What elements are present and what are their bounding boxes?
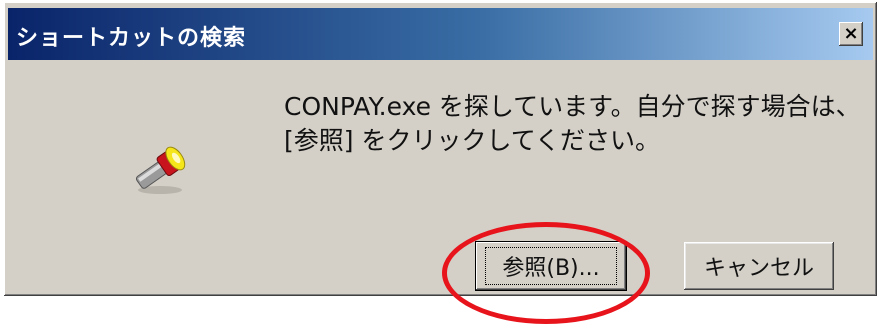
flashlight-icon [135, 146, 186, 194]
close-button[interactable]: × [839, 22, 863, 46]
dialog-title: ショートカットの検索 [16, 26, 247, 51]
message-line-2: [参照] をクリックしてください。 [284, 126, 660, 155]
message-text: CONPAY.exe を探しています。自分で探す場合は、 [参照] をクリックし… [284, 90, 864, 158]
cancel-button[interactable]: キャンセル [684, 242, 834, 290]
cancel-button-label: キャンセル [703, 256, 814, 281]
title-bar: ショートカットの検索 × [8, 8, 873, 60]
red-highlight-circle [442, 222, 650, 324]
close-icon: × [843, 23, 859, 44]
message-line-1: CONPAY.exe を探しています。自分で探す場合は、 [284, 92, 861, 121]
